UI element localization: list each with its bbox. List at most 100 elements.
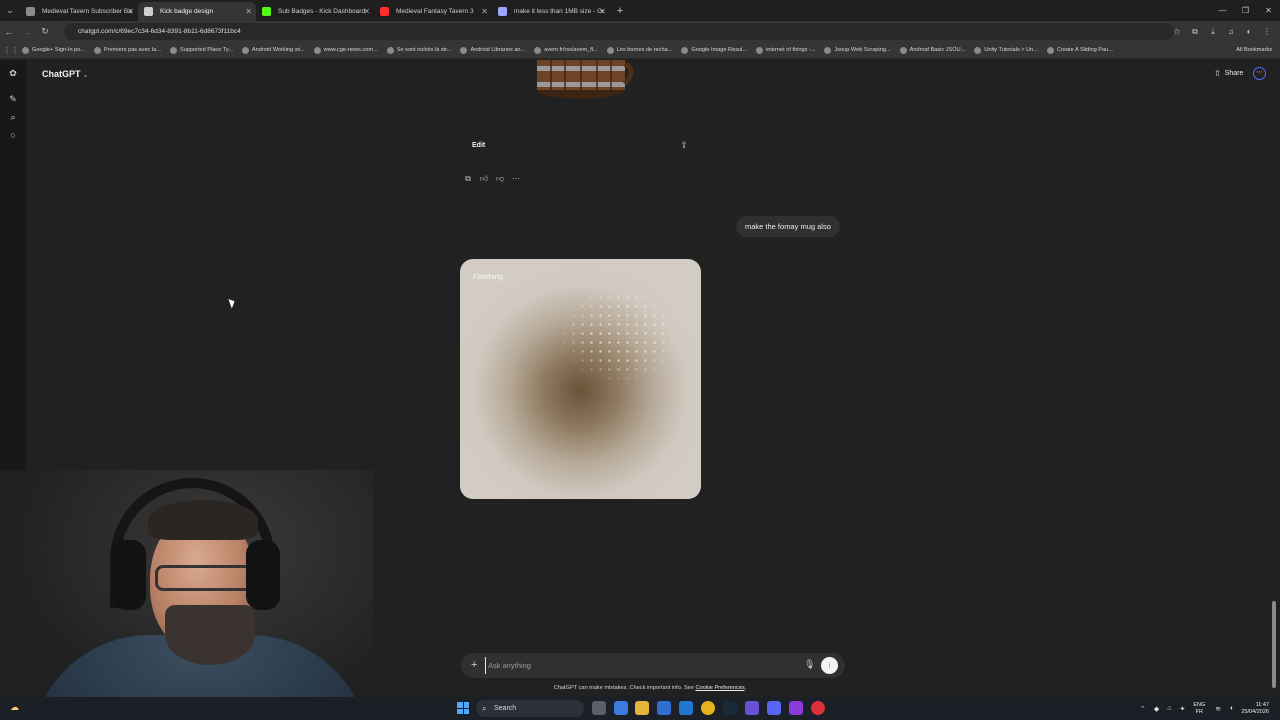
microphone-icon[interactable]: 🎙︎ (804, 659, 815, 670)
clock-time: 11:47 (1255, 701, 1269, 708)
thumbs-up-icon[interactable]: 👍︎ (476, 173, 492, 185)
more-options-button[interactable]: ⋯ (1253, 67, 1266, 80)
tray-bluetooth-icon[interactable]: ✦ (1180, 705, 1186, 713)
bookmark-favicon-icon (313, 46, 321, 54)
bookmark-star-icon[interactable]: ☆ (1168, 27, 1186, 36)
close-window-button[interactable]: ✕ (1257, 0, 1280, 21)
close-tab-icon[interactable]: ✕ (599, 2, 606, 21)
taskbar-search[interactable]: ⌕ Search (476, 700, 584, 717)
prompt-input[interactable] (485, 657, 785, 674)
close-tab-icon[interactable]: ✕ (363, 2, 370, 21)
menu-kebab-icon[interactable]: ⋮ (1258, 27, 1276, 36)
download-icon[interactable]: ⤓ (1204, 27, 1222, 37)
chrome-icon[interactable] (701, 701, 715, 715)
generated-image-mug[interactable] (525, 60, 637, 100)
tray-app-icon[interactable]: ◆ (1154, 705, 1159, 713)
bookmark-item[interactable]: www.cge-news.com... (313, 46, 378, 54)
bookmark-item[interactable]: Android Basic JSOU... (899, 46, 965, 54)
copilot-icon[interactable] (614, 701, 628, 715)
bookmark-item[interactable]: avem.fr/rss/avem_fl... (534, 46, 598, 54)
bookmark-item[interactable]: Premiers pas avec la... (94, 46, 161, 54)
new-tab-button[interactable]: + (610, 5, 630, 17)
bookmark-item[interactable]: Android Libraries an... (460, 46, 525, 54)
back-icon[interactable]: ← (0, 27, 18, 37)
browser-tab[interactable]: Kick badge design ✕ (138, 2, 256, 21)
clock[interactable]: 11:47 25/04/2026 (1241, 702, 1269, 716)
close-tab-icon[interactable]: ✕ (481, 2, 488, 21)
search-icon[interactable]: ⌕ (8, 112, 18, 122)
system-tray: ⌃ ◆ ⌂ ✦ ENG FR ≋ ◖ 11:47 25/04/2026 (1140, 697, 1277, 720)
discord-icon[interactable] (789, 701, 803, 715)
user-message-bubble: make the fomay mug also (736, 216, 840, 237)
bookmark-favicon-icon (460, 46, 468, 54)
bookmark-item[interactable]: internet of things -... (756, 46, 815, 54)
maximize-button[interactable]: ❐ (1234, 0, 1257, 21)
start-button[interactable] (457, 702, 469, 714)
volume-icon[interactable]: ◖ (1229, 705, 1233, 712)
image-generation-placeholder: Finishing (460, 259, 701, 499)
voice-mode-button[interactable]: ⦙ (821, 657, 838, 674)
language-indicator[interactable]: ENG FR (1193, 702, 1205, 715)
bookmark-item[interactable]: Supported Place Ty... (169, 46, 233, 54)
bookmark-item[interactable]: Unity Tutorials > Un... (974, 46, 1038, 54)
bookmark-favicon-icon (94, 46, 102, 54)
download-image-icon[interactable]: ⇪ (680, 140, 688, 151)
forward-icon[interactable]: → (18, 27, 36, 37)
bookmark-favicon-icon (606, 46, 614, 54)
bookmark-item[interactable]: Google+ Sign-In po... (22, 46, 86, 54)
profile-icon[interactable]: ◐ (1240, 27, 1258, 36)
tray-overflow-icon[interactable]: ⌃ (1140, 705, 1146, 713)
all-bookmarks-link[interactable]: All Bookmarks (1236, 47, 1272, 53)
mail-icon[interactable] (679, 701, 693, 715)
bookmark-item[interactable]: Create A Sliding Pau... (1046, 46, 1113, 54)
apps-grid-icon[interactable]: ⋮⋮ (0, 46, 22, 55)
edit-image-button[interactable]: Edit (472, 142, 485, 149)
search-icon: ⌕ (482, 704, 487, 713)
library-icon[interactable]: ○ (8, 130, 18, 140)
more-actions-icon[interactable]: ⋯ (508, 173, 524, 185)
webcam-overlay (0, 470, 373, 720)
new-chat-icon[interactable]: ✎ (8, 94, 18, 104)
browser-tab[interactable]: Sub Badges - Kick Dashboard ✕ (256, 2, 374, 21)
bookmark-item[interactable]: Android Working wi... (241, 46, 305, 54)
task-view-icon[interactable] (592, 701, 606, 715)
teams-icon[interactable] (767, 701, 781, 715)
visual-studio-icon[interactable] (745, 701, 759, 715)
openai-logo-icon[interactable]: ✿ (8, 68, 18, 78)
scrollbar-thumb[interactable] (1272, 601, 1276, 688)
share-label: Share (1224, 70, 1244, 77)
file-explorer-icon[interactable] (635, 701, 649, 715)
store-icon[interactable] (657, 701, 671, 715)
bookmark-item[interactable]: Jsoup Web Scraping... (824, 46, 891, 54)
bookmark-item[interactable]: Google Image Resul... (681, 46, 747, 54)
bookmark-item[interactable]: Se sont nichés là str... (386, 46, 451, 54)
bookmark-label: Google+ Sign-In po... (32, 47, 86, 53)
cookie-preferences-link[interactable]: Cookie Preferences (695, 685, 744, 691)
tab-search-icon[interactable]: ⌄ (0, 0, 20, 21)
close-tab-icon[interactable]: ✕ (245, 2, 252, 21)
extensions-icon[interactable]: ⧉ (1186, 27, 1204, 37)
add-attachment-icon[interactable]: + (471, 658, 477, 672)
browser-tab[interactable]: Medieval Fantasy Tavern 3 ✕ (374, 2, 492, 21)
thumbs-down-icon[interactable]: 👎︎ (492, 173, 508, 185)
share-button[interactable]: ⇧ Share (1214, 69, 1243, 78)
tab-favicon-icon (262, 7, 271, 16)
browser-tab[interactable]: Medieval Tavern Subscriber Ba ✕ (20, 2, 138, 21)
steam-icon[interactable] (723, 701, 737, 715)
reload-icon[interactable]: ↻ (36, 26, 54, 37)
url-field[interactable]: chatgpt.com/c/69ec7c34-6d34-8391-8b11-6d… (64, 23, 1174, 40)
minimize-button[interactable]: — (1211, 0, 1234, 21)
browser-tab[interactable]: make it less than 1MB size - Gr ✕ (492, 2, 610, 21)
copy-icon[interactable]: ⧉ (460, 173, 476, 185)
media-icon[interactable]: ♫ (1222, 27, 1240, 36)
toolbar-icons: ☆ ⧉ ⤓ ♫ ◐ ⋮ (1168, 21, 1276, 42)
tab-list: Medieval Tavern Subscriber Ba ✕ Kick badge… (20, 0, 610, 21)
model-switcher[interactable]: ChatGPT ⌄ (42, 69, 88, 79)
tray-network-icon[interactable]: ⌂ (1167, 705, 1171, 712)
close-tab-icon[interactable]: ✕ (127, 2, 134, 21)
weather-icon[interactable]: ☁ (10, 702, 19, 713)
app-icon[interactable] (811, 701, 825, 715)
headphone-cup-left (112, 540, 146, 610)
wifi-icon[interactable]: ≋ (1215, 705, 1221, 713)
bookmark-item[interactable]: Les bornes de recha... (606, 46, 672, 54)
